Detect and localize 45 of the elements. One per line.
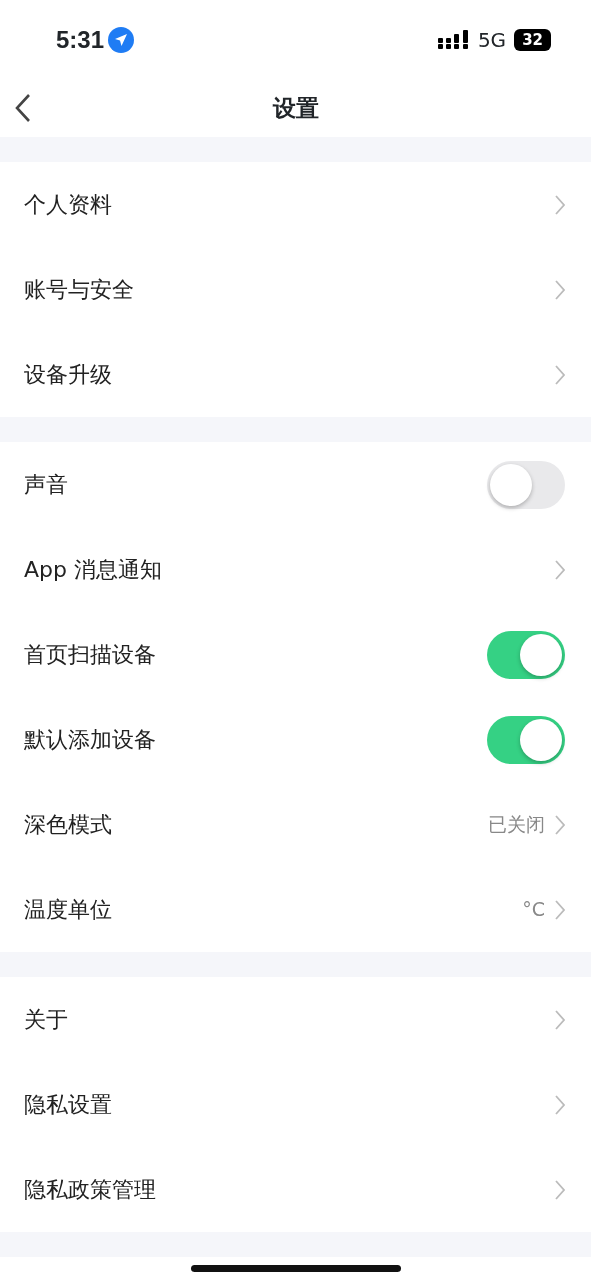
row-label: 账号与安全 — [24, 276, 134, 304]
settings-row[interactable]: 隐私设置 — [0, 1062, 591, 1147]
chevron-right-icon — [555, 559, 565, 580]
chevron-right-icon — [555, 1009, 565, 1030]
network-label: 5G — [477, 27, 507, 54]
battery-level: 32 — [514, 28, 551, 52]
chevron-right-icon — [555, 899, 565, 920]
row-label: 深色模式 — [24, 811, 112, 839]
settings-row[interactable]: App 消息通知 — [0, 527, 591, 612]
settings-row[interactable]: 设备升级 — [0, 332, 591, 417]
settings-row[interactable]: 温度单位 °C — [0, 867, 591, 952]
chevron-right-icon — [555, 279, 565, 300]
chevron-right-icon — [555, 194, 565, 215]
location-icon — [108, 27, 135, 53]
row-label: 声音 — [24, 471, 68, 499]
settings-row[interactable]: 声音 — [0, 442, 591, 527]
row-label: 关于 — [24, 1006, 68, 1034]
row-label: 首页扫描设备 — [24, 641, 156, 669]
toggle-switch[interactable] — [487, 630, 565, 679]
row-label: App 消息通知 — [24, 556, 162, 584]
row-label: 隐私政策管理 — [24, 1176, 156, 1204]
back-icon[interactable] — [14, 93, 32, 123]
chevron-right-icon — [555, 1179, 565, 1200]
row-label: 隐私设置 — [24, 1091, 112, 1119]
row-label: 默认添加设备 — [24, 726, 156, 754]
settings-row[interactable]: 关于 — [0, 977, 591, 1062]
settings-row[interactable]: 深色模式 已关闭 — [0, 782, 591, 867]
toggle-switch[interactable] — [487, 460, 565, 509]
toggle-switch[interactable] — [487, 715, 565, 764]
row-label: 设备升级 — [24, 361, 112, 389]
row-value: 已关闭 — [488, 812, 545, 838]
settings-row[interactable]: 隐私政策管理 — [0, 1147, 591, 1232]
status-time: 5:31 — [56, 25, 105, 55]
signal-icon — [437, 30, 470, 50]
settings-row[interactable]: 账号与安全 — [0, 247, 591, 332]
chevron-right-icon — [555, 1094, 565, 1115]
row-label: 个人资料 — [24, 191, 112, 219]
page-title: 设置 — [272, 94, 319, 124]
row-value: °C — [522, 897, 545, 923]
settings-row[interactable]: 首页扫描设备 — [0, 612, 591, 697]
chevron-right-icon — [555, 364, 565, 385]
chevron-right-icon — [555, 814, 565, 835]
settings-row[interactable]: 默认添加设备 — [0, 697, 591, 782]
settings-row[interactable]: 个人资料 — [0, 162, 591, 247]
row-label: 温度单位 — [24, 896, 112, 924]
